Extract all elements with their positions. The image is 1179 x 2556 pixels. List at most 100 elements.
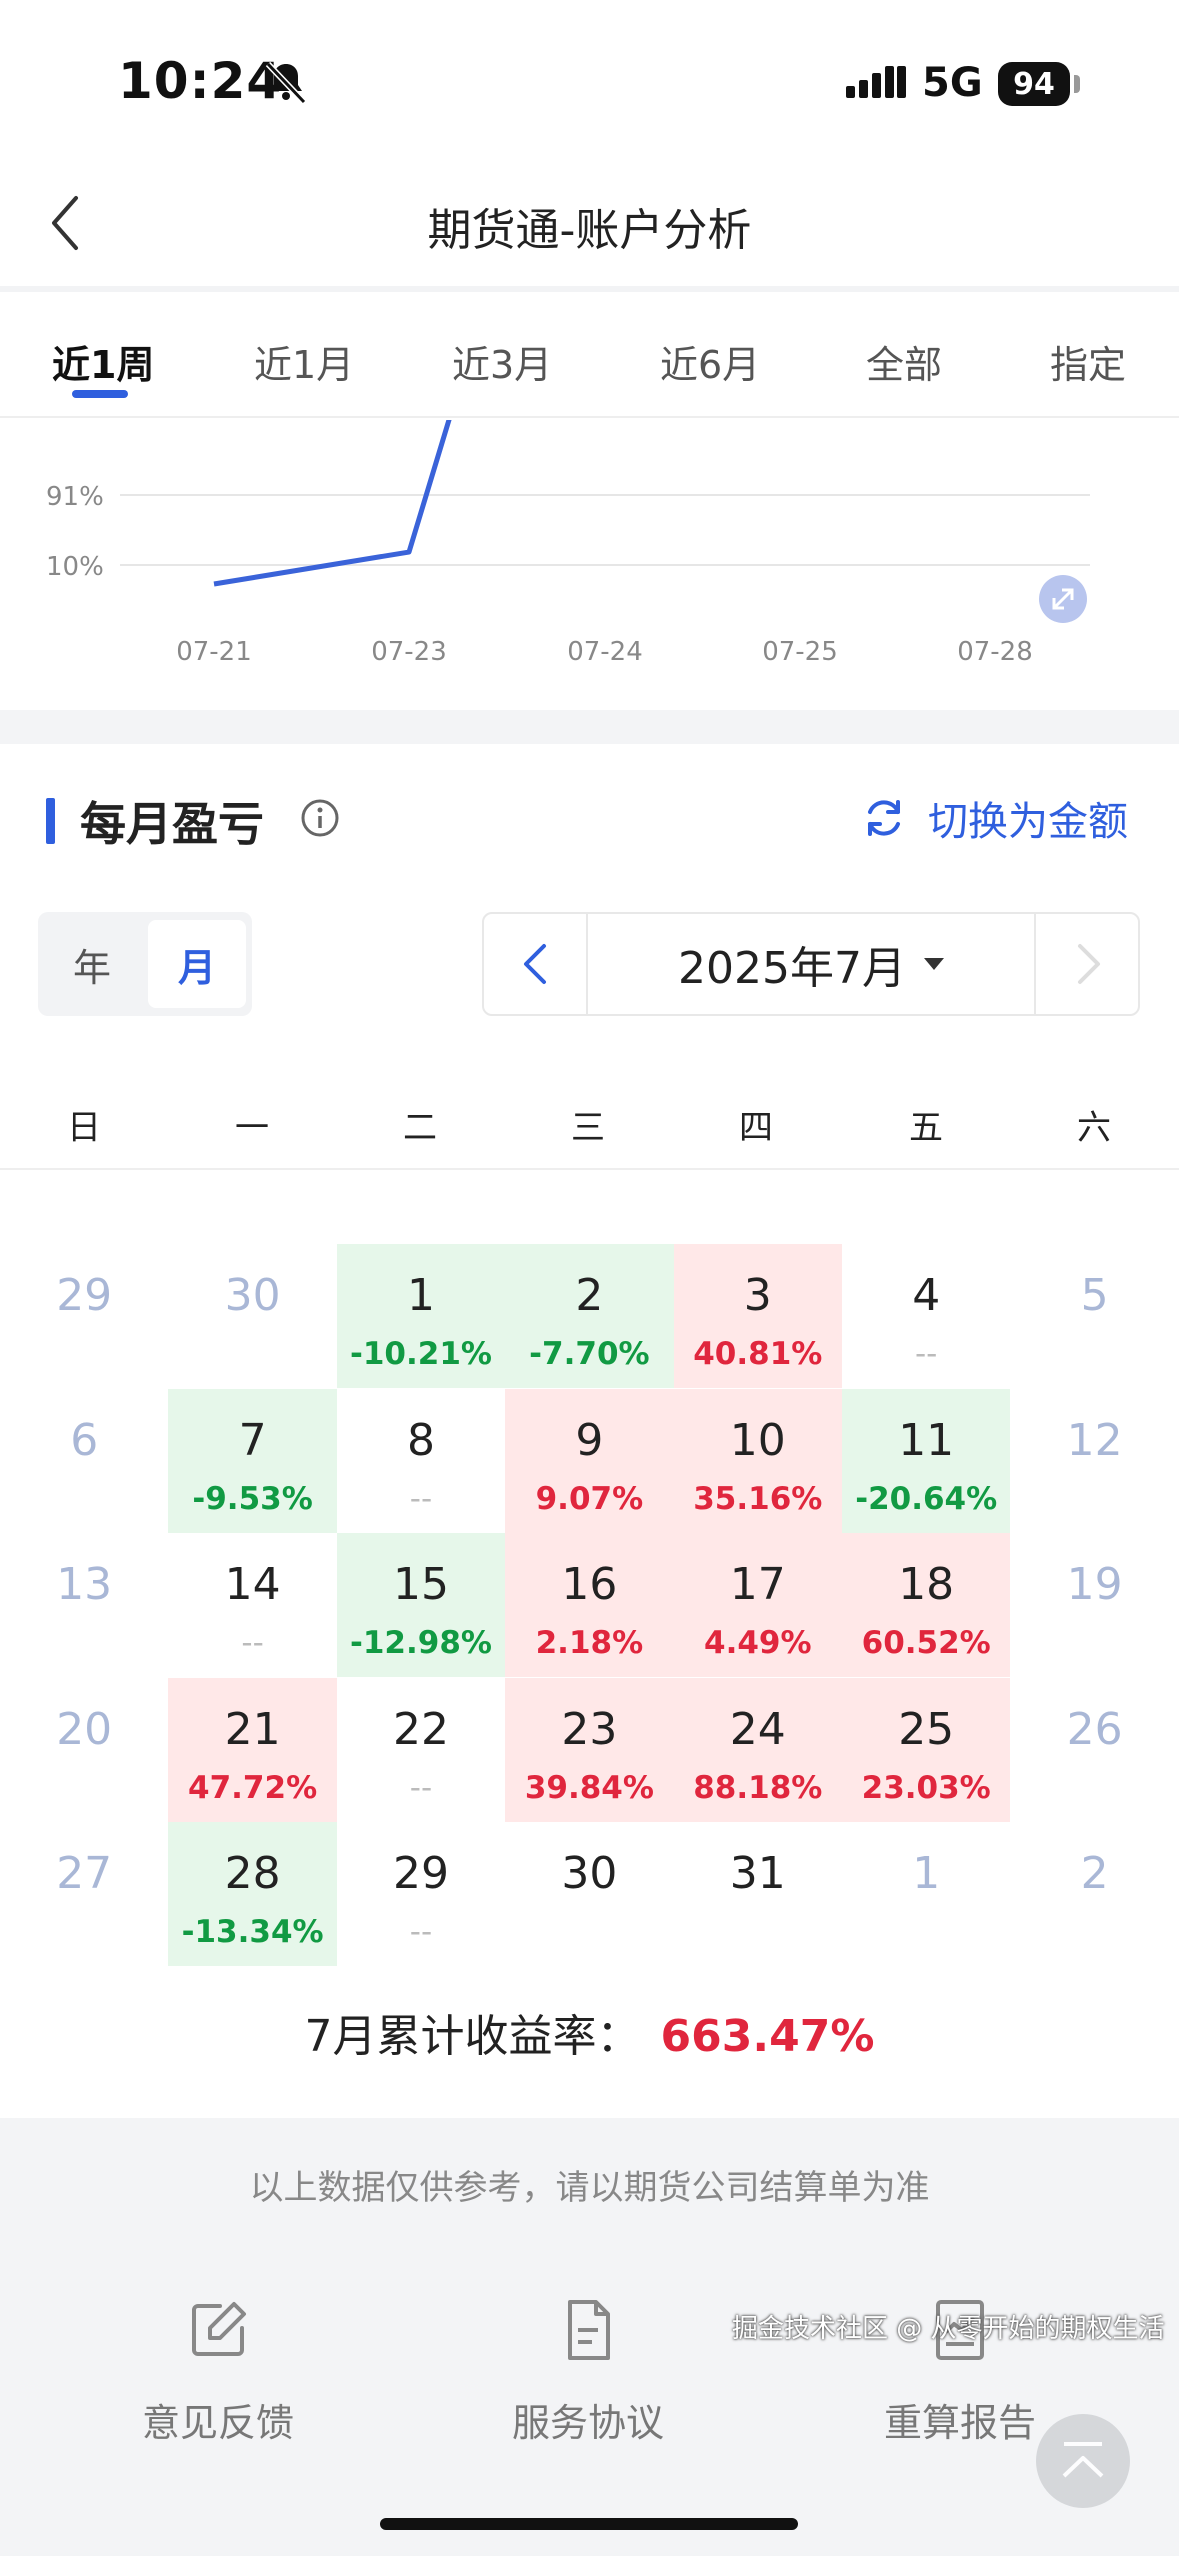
calendar-day-cell[interactable]: 14 -- <box>168 1533 336 1677</box>
day-number: 20 <box>56 1703 113 1755</box>
day-number: 3 <box>743 1270 772 1321</box>
calendar-day-cell[interactable]: 4 -- <box>842 1244 1010 1388</box>
day-number: 25 <box>898 1703 955 1755</box>
calendar-day-cell[interactable]: 24 88.18% <box>673 1677 842 1822</box>
prev-month-button[interactable] <box>484 914 588 1014</box>
calendar-day-cell[interactable]: 3 40.81% <box>673 1244 842 1388</box>
toggle-month[interactable]: 月 <box>148 920 246 1008</box>
calendar-day-cell[interactable]: 23 39.84% <box>505 1677 674 1822</box>
calendar-day-cell: 2 <box>1010 1822 1178 1966</box>
day-number: 9 <box>575 1414 604 1466</box>
day-number: 6 <box>70 1414 99 1466</box>
calendar-day-cell[interactable]: 29 -- <box>337 1822 505 1966</box>
info-icon[interactable] <box>300 798 340 838</box>
day-number: 2 <box>1080 1848 1109 1899</box>
day-number: 29 <box>56 1270 113 1321</box>
calendar-day-cell: 20 <box>0 1678 168 1822</box>
watermark: 掘金技术社区 @ 从零开始的期权生活 <box>732 2314 1165 2344</box>
day-number: 30 <box>561 1848 618 1899</box>
tab-6-months[interactable]: 近6月 <box>660 334 760 389</box>
active-tab-indicator <box>72 390 128 398</box>
nav-bar: 期货通-账户分析 <box>0 150 1179 292</box>
day-number: 11 <box>898 1414 955 1466</box>
signal-icon <box>846 66 906 98</box>
tab-all[interactable]: 全部 <box>866 334 942 389</box>
day-number: 19 <box>1066 1559 1123 1610</box>
tab-3-months[interactable]: 近3月 <box>452 334 552 389</box>
silent-bell-icon <box>265 61 307 105</box>
calendar-day-cell: 26 <box>1010 1678 1178 1822</box>
tab-1-month[interactable]: 近1月 <box>254 334 354 389</box>
day-number: 2 <box>575 1270 604 1321</box>
calendar-day-cell: 1 <box>842 1822 1010 1966</box>
section-accent-bar <box>46 798 55 844</box>
expand-chart-icon[interactable] <box>1039 575 1087 623</box>
feedback-button[interactable]: 意见反馈 <box>88 2298 348 2447</box>
day-number: 26 <box>1066 1703 1123 1755</box>
day-number: 10 <box>729 1414 786 1466</box>
calendar-day-cell[interactable]: 10 35.16% <box>673 1388 842 1533</box>
day-number: 23 <box>561 1703 618 1755</box>
weekday-mon: 一 <box>235 1108 269 1148</box>
day-return: -- <box>915 1336 938 1372</box>
day-number: 17 <box>729 1559 786 1610</box>
refresh-icon <box>868 800 900 836</box>
chevron-up-icon <box>1062 2442 1104 2478</box>
day-return: 9.07% <box>535 1480 644 1517</box>
chevron-right-icon <box>1078 944 1100 984</box>
calendar-day-cell[interactable]: 25 23.03% <box>842 1677 1011 1822</box>
section-title: 每月盈亏 <box>80 797 264 851</box>
current-month-selector[interactable]: 2025年7月 <box>588 914 1034 1014</box>
year-month-toggle: 年 月 <box>38 912 252 1016</box>
disclaimer-text: 以上数据仅供参考，请以期货公司结算单为准 <box>249 2168 930 2208</box>
battery-tip <box>1074 75 1080 93</box>
calendar-day-cell[interactable]: 22 -- <box>337 1678 505 1822</box>
calendar-day-cell: 29 <box>0 1244 168 1388</box>
next-month-button[interactable] <box>1034 914 1138 1014</box>
calendar-day-cell[interactable]: 7 -9.53% <box>168 1388 337 1533</box>
service-agreement-button[interactable]: 服务协议 <box>458 2298 718 2447</box>
pnl-calendar: 29 30 1 -10.21% 2 -7.70% 3 40.81% 4 -- 5 6 7 -9.53% 8-… <box>0 1244 1179 1966</box>
day-return: 4.49% <box>704 1625 812 1661</box>
page-title: 期货通-账户分析 <box>427 205 752 256</box>
calendar-day-cell[interactable]: 17 4.49% <box>673 1533 842 1677</box>
calendar-day-cell[interactable]: 8 -- <box>337 1389 505 1533</box>
day-return: -- <box>409 1914 433 1950</box>
calendar-day-cell[interactable]: 1 -10.21% <box>336 1244 506 1388</box>
day-return: -- <box>409 1769 433 1806</box>
day-number: 4 <box>912 1270 941 1321</box>
calendar-day-cell[interactable]: 28 -13.34% <box>168 1822 337 1966</box>
toggle-year[interactable]: 年 <box>38 912 146 1016</box>
tab-custom[interactable]: 指定 <box>1050 334 1126 389</box>
day-return: 47.72% <box>188 1769 318 1806</box>
calendar-day-cell[interactable]: 18 60.52% <box>842 1533 1011 1677</box>
weekday-sun: 日 <box>67 1108 101 1148</box>
switch-to-amount-button[interactable]: 切换为金额 <box>862 788 1128 848</box>
y-tick-label: 91% <box>46 482 104 512</box>
caret-down-icon <box>923 958 944 970</box>
day-number: 12 <box>1066 1414 1123 1466</box>
day-number: 16 <box>561 1559 618 1610</box>
battery-indicator: 94 <box>998 62 1070 106</box>
calendar-day-cell[interactable]: 15 -12.98% <box>336 1533 506 1677</box>
day-number: 1 <box>912 1848 941 1899</box>
calendar-day-cell[interactable]: 30 <box>505 1822 673 1966</box>
calendar-day-cell[interactable]: 31 <box>674 1822 842 1966</box>
day-return: 60.52% <box>861 1625 991 1661</box>
day-number: 5 <box>1080 1270 1109 1321</box>
weekday-thu: 四 <box>739 1108 773 1148</box>
weekday-fri: 五 <box>909 1108 943 1148</box>
current-month-label: 2025年7月 <box>678 943 906 994</box>
feedback-label: 意见反馈 <box>141 2401 294 2445</box>
calendar-day-cell[interactable]: 9 9.07% <box>505 1388 674 1533</box>
series-line <box>213 420 452 587</box>
calendar-day-cell[interactable]: 16 2.18% <box>505 1533 674 1677</box>
day-return: 39.84% <box>524 1769 654 1806</box>
calendar-day-cell[interactable]: 2 -7.70% <box>505 1244 674 1388</box>
back-to-top-button[interactable] <box>1036 2414 1130 2508</box>
x-tick-label: 07-28 <box>957 637 1033 667</box>
tab-1-week[interactable]: 近1周 <box>52 334 154 389</box>
calendar-day-cell[interactable]: 21 47.72% <box>168 1677 337 1822</box>
calendar-day-cell: 6 <box>0 1389 168 1533</box>
calendar-day-cell[interactable]: 11 -20.64% <box>842 1388 1011 1533</box>
